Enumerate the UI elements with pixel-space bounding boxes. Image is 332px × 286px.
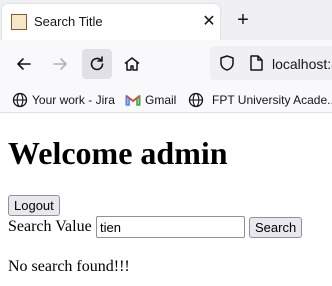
search-input[interactable] [96, 216, 245, 238]
address-bar[interactable]: localhost:8 [210, 46, 332, 80]
gmail-icon [125, 95, 141, 106]
back-arrow-icon [17, 58, 31, 70]
search-button[interactable]: Search [249, 217, 303, 238]
bookmark-jira[interactable]: Your work - Jira [12, 92, 116, 108]
bookmark-label: Your work - Jira [32, 93, 115, 107]
logout-button[interactable]: Logout [8, 195, 60, 216]
globe-icon [188, 92, 204, 108]
home-icon [124, 57, 140, 71]
tab-strip: Search Title ✕ + [0, 0, 332, 40]
url-text: localhost:8 [272, 56, 332, 72]
forward-arrow-icon [53, 58, 67, 70]
forward-button[interactable] [46, 50, 74, 78]
bookmark-gmail[interactable]: Gmail [125, 92, 179, 108]
page-title: Welcome admin [8, 135, 228, 171]
close-tab-icon[interactable]: ✕ [200, 13, 218, 31]
navigation-toolbar: localhost:8 [0, 40, 332, 88]
globe-icon [12, 92, 28, 108]
bookmark-fpt[interactable]: FPT University Acade... [188, 92, 332, 108]
bookmark-label: Gmail [145, 93, 177, 107]
back-button[interactable] [10, 50, 38, 78]
reload-button[interactable] [82, 49, 112, 79]
page-favicon-icon [11, 14, 27, 30]
tab-title: Search Title [34, 14, 103, 29]
browser-tab[interactable]: Search Title ✕ [2, 4, 220, 40]
search-label: Search Value [8, 218, 92, 235]
home-button[interactable] [118, 50, 146, 78]
page-icon[interactable] [248, 54, 264, 72]
new-tab-button[interactable]: + [232, 9, 254, 31]
shield-icon[interactable] [218, 54, 236, 72]
bookmarks-bar: Your work - Jira Gmail FPT University Ac… [0, 88, 332, 113]
reload-icon [90, 56, 104, 71]
search-result-message: No search found!!! [8, 258, 130, 275]
page-content: Welcome admin Logout Search Value Search… [0, 113, 332, 286]
bookmark-label: FPT University Acade... [212, 93, 332, 107]
